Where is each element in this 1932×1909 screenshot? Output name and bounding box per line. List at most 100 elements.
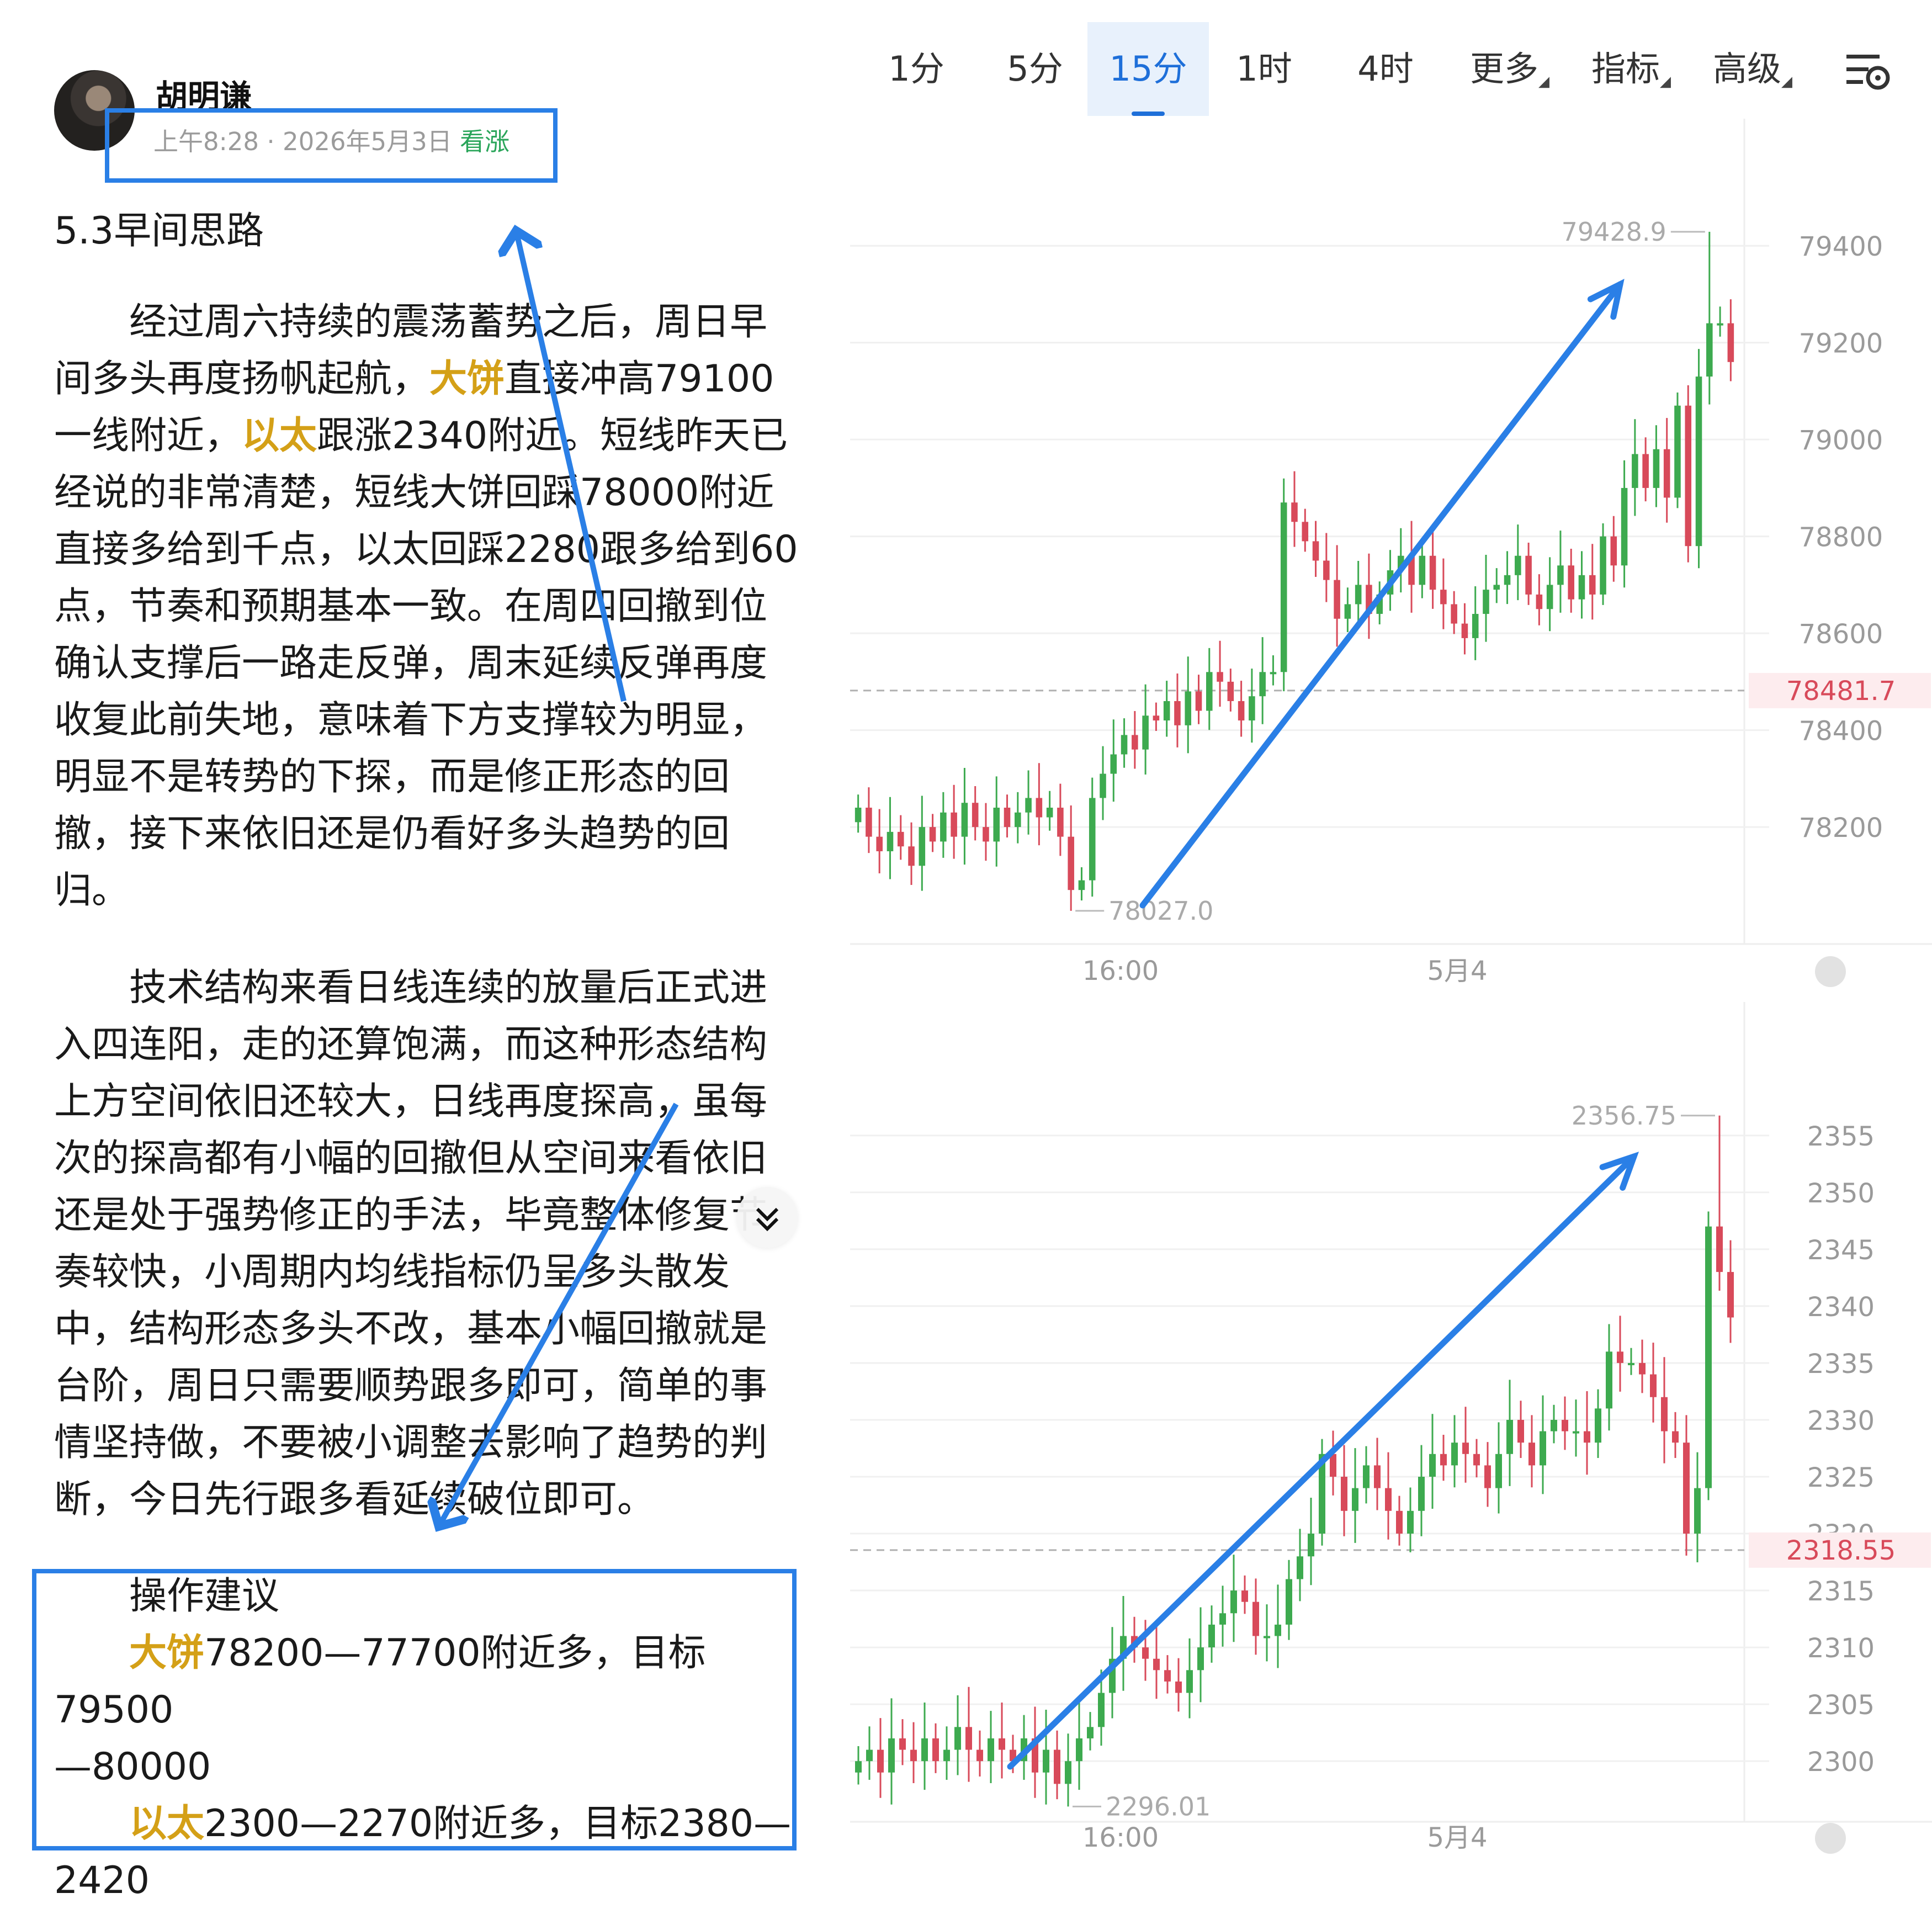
candle-body	[1089, 798, 1096, 881]
candle-body	[897, 831, 904, 847]
candle-body	[1185, 691, 1192, 725]
tab-4hour[interactable]: 4时	[1339, 22, 1432, 116]
high-label: 79428.9	[1562, 217, 1666, 247]
candle-body	[929, 827, 936, 842]
candle-body	[1506, 1419, 1513, 1454]
candle-body	[1025, 798, 1032, 813]
candle-body	[919, 827, 926, 866]
tab-indicators[interactable]: 指标◢	[1576, 22, 1686, 116]
candle-body	[1685, 405, 1692, 547]
candle-body	[1076, 1738, 1082, 1762]
candle-body	[1297, 1556, 1303, 1579]
candle-body	[961, 803, 968, 837]
candle-body	[1163, 701, 1170, 721]
candle-body	[1249, 696, 1255, 721]
x-tick-label: 5月4	[1427, 956, 1487, 987]
tab-1min[interactable]: 1分	[869, 22, 963, 116]
y-tick-label: 2310	[1807, 1633, 1875, 1664]
candle-body	[1065, 1761, 1071, 1784]
candle-body	[1536, 594, 1543, 609]
candle-body	[1461, 623, 1468, 638]
candle-body	[1004, 808, 1011, 828]
annotation-arrow	[516, 231, 627, 702]
candle-body	[1068, 836, 1074, 890]
candle-body	[988, 1738, 994, 1762]
candle-body	[1078, 880, 1085, 890]
candle-body	[1280, 502, 1287, 672]
current-price-label: 2318.55	[1786, 1535, 1896, 1566]
candle-body	[1334, 580, 1340, 619]
candle-body	[1705, 1226, 1712, 1488]
candle-body	[1186, 1670, 1193, 1693]
y-tick-label: 78200	[1799, 813, 1883, 844]
candle-body	[1259, 672, 1266, 697]
tab-15min[interactable]: 15分	[1087, 22, 1209, 116]
candle-body	[877, 1749, 884, 1773]
candle-body	[1525, 555, 1532, 595]
y-tick-label: 2325	[1807, 1462, 1875, 1493]
candle-body	[1606, 1351, 1612, 1409]
candle-body	[1275, 1624, 1281, 1636]
candle-body	[1683, 1443, 1690, 1534]
candle-body	[888, 1738, 895, 1773]
candle-body	[1195, 691, 1202, 711]
candle-body	[1036, 798, 1043, 818]
candle-body	[1270, 672, 1277, 675]
candle-body	[1557, 565, 1564, 585]
tab-1hour[interactable]: 1时	[1217, 22, 1311, 116]
candle-body	[1153, 715, 1160, 721]
candle-body	[954, 1727, 961, 1750]
candle-body	[999, 1738, 1005, 1750]
candle-body	[965, 1727, 972, 1750]
y-tick-label: 2340	[1807, 1292, 1875, 1323]
high-label: 2356.75	[1572, 1101, 1676, 1131]
candle-body	[1610, 536, 1617, 566]
candle-body	[1208, 1624, 1215, 1648]
candle-body	[1727, 1272, 1734, 1318]
candle-body	[1578, 575, 1585, 600]
current-price-label: 78481.7	[1786, 676, 1896, 707]
candle-body	[1174, 701, 1181, 725]
reset-view-icon	[1815, 1823, 1846, 1854]
candle-body	[908, 846, 915, 866]
candle-body	[1100, 773, 1106, 798]
candle-body	[1472, 614, 1479, 638]
y-tick-label: 79400	[1799, 231, 1883, 262]
annotation-arrow	[439, 1102, 679, 1526]
candle-body	[1264, 1636, 1270, 1638]
candle-body	[1043, 1749, 1049, 1773]
candle-body	[1164, 1670, 1171, 1682]
candle-body	[1617, 1351, 1623, 1363]
y-tick-label: 79200	[1799, 328, 1883, 359]
candle-body	[1589, 575, 1596, 595]
candle-body	[1098, 1693, 1105, 1727]
low-label: 78027.0	[1108, 896, 1213, 926]
candle-body	[1241, 1590, 1248, 1602]
candle-body	[1672, 1431, 1679, 1443]
candle-body	[1600, 536, 1606, 595]
candle-body	[1551, 1419, 1557, 1431]
candle-body	[972, 803, 979, 828]
candle-body	[1121, 735, 1128, 755]
candle-body	[1517, 1419, 1524, 1443]
candle-body	[1252, 1602, 1259, 1636]
y-tick-label: 2345	[1807, 1235, 1875, 1266]
candle-body	[1175, 1681, 1182, 1693]
candle-body	[976, 1749, 983, 1762]
x-tick-label: 5月4	[1427, 1822, 1487, 1853]
tab-5min[interactable]: 5分	[988, 22, 1082, 116]
candle-body	[1621, 487, 1628, 566]
y-tick-label: 78600	[1799, 619, 1883, 650]
candle-body	[1484, 1465, 1491, 1488]
candle-body	[1695, 377, 1702, 547]
candle-body	[1374, 1465, 1381, 1488]
charts-area[interactable]: 79400 79200 79000 78800 78600 78400 78200 78481…	[850, 119, 1932, 1878]
tab-more[interactable]: 更多◢	[1455, 22, 1565, 116]
candle-body	[1483, 590, 1489, 614]
tab-advanced[interactable]: 高级◢	[1697, 22, 1808, 116]
candle-body	[1110, 754, 1117, 774]
x-tick-label: 16:00	[1082, 956, 1159, 987]
candle-body	[1568, 565, 1574, 600]
chart-settings-icon[interactable]	[1830, 22, 1907, 116]
candle-body	[1642, 454, 1649, 488]
